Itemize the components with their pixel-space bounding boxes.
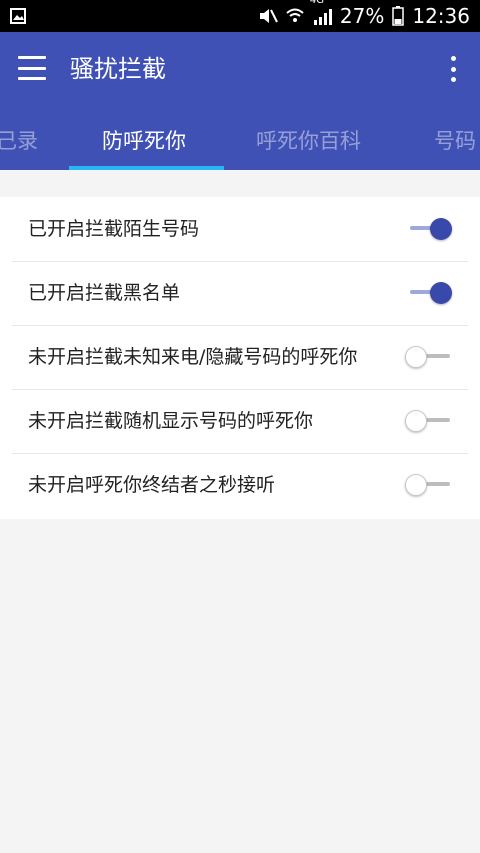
toggle-switch[interactable] bbox=[405, 346, 452, 368]
setting-row-block-random-numbers[interactable]: 未开启拦截随机显示号码的呼死你 bbox=[12, 389, 468, 454]
tab-encyclopedia[interactable]: 呼死你百科 bbox=[256, 126, 361, 170]
toggle-switch[interactable] bbox=[405, 474, 452, 496]
setting-row-instant-answer[interactable]: 未开启呼死你终结者之秒接听 bbox=[12, 453, 468, 517]
setting-label: 未开启拦截未知来电/隐藏号码的呼死你 bbox=[28, 346, 358, 368]
network-label: 4G bbox=[309, 0, 325, 6]
status-bar: 4G 27% 12:36 bbox=[0, 0, 480, 32]
page-title: 骚扰拦截 bbox=[70, 55, 166, 83]
4g-signal-icon: 4G bbox=[310, 0, 332, 25]
tab-bar: 己录 防呼死你 呼死你百科 号码 bbox=[0, 126, 480, 170]
battery-percent: 27% bbox=[339, 4, 385, 28]
toggle-switch[interactable] bbox=[408, 282, 452, 304]
setting-label: 已开启拦截陌生号码 bbox=[28, 218, 200, 240]
image-icon bbox=[10, 8, 26, 28]
setting-row-block-blacklist[interactable]: 已开启拦截黑名单 bbox=[12, 261, 468, 326]
toggle-switch[interactable] bbox=[405, 410, 452, 432]
toggle-switch[interactable] bbox=[408, 218, 452, 240]
setting-label: 已开启拦截黑名单 bbox=[28, 282, 181, 304]
settings-list: 已开启拦截陌生号码 已开启拦截黑名单 未开启拦截未知来电/隐藏号码的呼死你 未开… bbox=[0, 197, 480, 519]
setting-label: 未开启呼死你终结者之秒接听 bbox=[28, 474, 276, 496]
more-vert-icon[interactable] bbox=[448, 56, 458, 82]
setting-label: 未开启拦截随机显示号码的呼死你 bbox=[28, 410, 314, 432]
setting-row-block-strangers[interactable]: 已开启拦截陌生号码 bbox=[12, 197, 468, 262]
setting-row-block-hidden-numbers[interactable]: 未开启拦截未知来电/隐藏号码的呼死你 bbox=[12, 325, 468, 390]
tab-indicator bbox=[69, 166, 224, 170]
tab-records[interactable]: 己录 bbox=[0, 126, 38, 170]
clock-time: 12:36 bbox=[412, 4, 470, 28]
tab-anti-harassment[interactable]: 防呼死你 bbox=[102, 126, 186, 170]
wifi-icon bbox=[286, 7, 304, 25]
tab-numbers[interactable]: 号码 bbox=[434, 126, 476, 170]
hamburger-menu-icon[interactable] bbox=[18, 56, 46, 80]
battery-icon bbox=[392, 6, 405, 26]
app-bar: 骚扰拦截 己录 防呼死你 呼死你百科 号码 bbox=[0, 32, 480, 170]
mute-icon bbox=[258, 7, 278, 25]
